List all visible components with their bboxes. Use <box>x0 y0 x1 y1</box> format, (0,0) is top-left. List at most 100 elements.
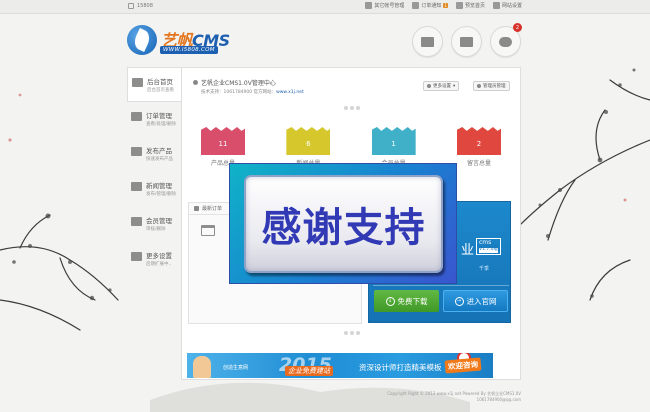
user-name: 15808 <box>137 3 153 9</box>
admin-manage-button[interactable]: 管理员管理 <box>473 81 510 91</box>
sidebar-item-sub: 审核/删除 <box>146 227 166 232</box>
promo-subtitle: 千季 <box>479 266 490 272</box>
sail-logo-icon <box>127 25 157 55</box>
stat-products[interactable]: 11 产品总量 <box>201 127 245 167</box>
sidebar-item-sub: 快速发布产品 <box>146 157 173 162</box>
chat-icon <box>499 36 512 47</box>
sidebar-item-members[interactable]: 会员管理审核/删除 <box>127 207 181 242</box>
footer-email: 1061784900@qq.com <box>476 396 521 402</box>
sidebar-item-title: 后台首页 <box>147 78 173 86</box>
logo-url: WWW.I5808.COM <box>160 46 218 54</box>
sidebar-item-orders[interactable]: 订单管理查看/处理/删除 <box>127 102 181 137</box>
settings-icon <box>492 2 500 9</box>
promo-divider <box>373 285 509 286</box>
edit-icon <box>131 147 142 156</box>
admin-manage-label: 管理员管理 <box>483 84 506 89</box>
welcome-title: 艺帆企业CMS1.0V管理中心 <box>201 80 276 87</box>
messages-button[interactable]: 2 <box>490 23 522 57</box>
stat-members-value: 1 <box>371 127 416 155</box>
sidebar-item-title: 发布产品 <box>146 147 172 155</box>
sidebar-item-more[interactable]: 更多设置后期扩展中.. <box>127 242 181 277</box>
logo[interactable]: 艺帆CMS WWW.I5808.COM <box>127 25 237 57</box>
free-download-label: 免费下载 <box>397 296 428 306</box>
messages-badge: 2 <box>513 23 522 32</box>
stat-messages-label: 留言总量 <box>466 160 491 167</box>
ad-banner[interactable]: 创造生意网 2015 企业免费建站 资深设计师打造精美模板 欢迎咨询 <box>187 353 493 378</box>
shipping-button[interactable] <box>451 26 482 57</box>
cart-icon <box>201 225 215 236</box>
promo-headline: 业 <box>461 243 475 258</box>
more-settings-label: 更多设置 <box>433 84 451 89</box>
user-icon <box>421 36 434 47</box>
site-settings-label: 网站设置 <box>501 3 522 9</box>
footer: Copyright Right © 2013 www.x1j.net Power… <box>356 391 521 402</box>
banner-consult: 欢迎咨询 <box>444 357 482 374</box>
sidebar-item-news[interactable]: 新闻管理发布/管理/删除 <box>127 172 181 207</box>
arrow-right-icon: → <box>454 296 464 306</box>
order-notice-label: 订单通知 <box>421 3 442 9</box>
user-button[interactable] <box>412 26 443 57</box>
sidebar-item-sub: 后期扩展中.. <box>146 262 172 267</box>
admin-icon <box>477 84 481 88</box>
stat-messages[interactable]: 2 留言总量 <box>456 127 501 167</box>
thanks-overlay[interactable]: 感谢支持 <box>229 163 457 284</box>
gear-icon <box>427 84 431 88</box>
enter-official-site-button[interactable]: → 进入官网 <box>443 290 508 312</box>
download-icon: ↓ <box>385 296 395 306</box>
top-links: 其它帐号管理 订单通知 1 预览首页 网站设置 <box>365 2 522 9</box>
monitor-icon <box>132 78 143 87</box>
sidebar-item-title: 订单管理 <box>146 112 172 120</box>
carousel-dots-bottom <box>344 331 360 335</box>
users-icon <box>131 217 142 226</box>
support-info: 技术支持：1061784900 官方网站： <box>201 90 277 95</box>
user-icon <box>128 3 134 9</box>
official-site-link[interactable]: www.x1j.net <box>276 90 304 95</box>
current-user: 15808 <box>128 3 153 9</box>
account-manage-link[interactable]: 其它帐号管理 <box>365 2 404 9</box>
sidebar-item-sub: 后台首页查看 <box>147 88 174 93</box>
welcome-block: 艺帆企业CMS1.0V管理中心 技术支持：1061784900 官方网站：www… <box>193 78 304 95</box>
stat-news[interactable]: 6 新闻总量 <box>286 127 331 167</box>
grid-icon <box>131 182 142 191</box>
bell-icon <box>193 80 198 85</box>
top-bar: 15808 其它帐号管理 订单通知 1 预览首页 网站设置 <box>0 0 650 14</box>
order-notice-count: 1 <box>443 3 448 8</box>
version-name: cms <box>479 239 492 246</box>
truck-icon <box>460 36 473 47</box>
sidebar-item-title: 会员管理 <box>146 217 172 225</box>
sidebar-item-title: 更多设置 <box>146 252 172 260</box>
banner-brand: 创造生意网 <box>223 365 249 371</box>
account-manage-label: 其它帐号管理 <box>374 3 405 9</box>
header-icon-buttons: 2 <box>412 23 522 57</box>
latest-orders-title: 最新订单 <box>202 206 223 212</box>
chevron-down-icon: ▾ <box>453 83 456 89</box>
person-illustration <box>193 356 211 378</box>
stat-members[interactable]: 1 会员总量 <box>371 127 416 167</box>
list-icon <box>194 206 199 211</box>
stats-row: 11 产品总量 6 新闻总量 1 会员总量 2 留言总量 <box>201 127 501 167</box>
sidebar-item-home[interactable]: 后台首页后台首页查看 <box>127 67 181 102</box>
more-settings-button[interactable]: 更多设置 ▾ <box>423 81 460 91</box>
sidebar-item-products[interactable]: 发布产品快速发布产品 <box>127 137 181 172</box>
chart-line-icon <box>131 252 142 261</box>
sidebar: 后台首页 后台首页查看 订单管理 查看/处理/删除 发布产品 快速发布产品 新闻管理发… <box>127 67 181 277</box>
version-badge: cms V1.7.0版 <box>476 238 502 255</box>
thanks-text: 感谢支持 <box>261 205 426 251</box>
sidebar-item-sub: 发布/管理/删除 <box>146 192 177 197</box>
eye-icon <box>455 2 463 9</box>
stat-messages-value: 2 <box>456 127 501 155</box>
carousel-dots-top <box>344 106 360 110</box>
envelope-icon <box>131 112 142 121</box>
preview-home-label: 预览首页 <box>464 3 485 9</box>
thanks-card: 感谢支持 <box>244 175 443 273</box>
order-notice-link[interactable]: 订单通知 1 <box>412 2 448 9</box>
free-download-button[interactable]: ↓ 免费下载 <box>374 290 439 312</box>
preview-home-link[interactable]: 预览首页 <box>455 2 485 9</box>
version-tag: V1.7.0版 <box>479 246 499 253</box>
site-settings-link[interactable]: 网站设置 <box>492 2 522 9</box>
order-icon <box>412 2 420 9</box>
sidebar-item-title: 新闻管理 <box>146 182 172 190</box>
sidebar-item-sub: 查看/处理/删除 <box>146 122 177 127</box>
banner-slogan: 企业免费建站 <box>285 366 333 376</box>
stat-news-value: 6 <box>286 127 331 155</box>
